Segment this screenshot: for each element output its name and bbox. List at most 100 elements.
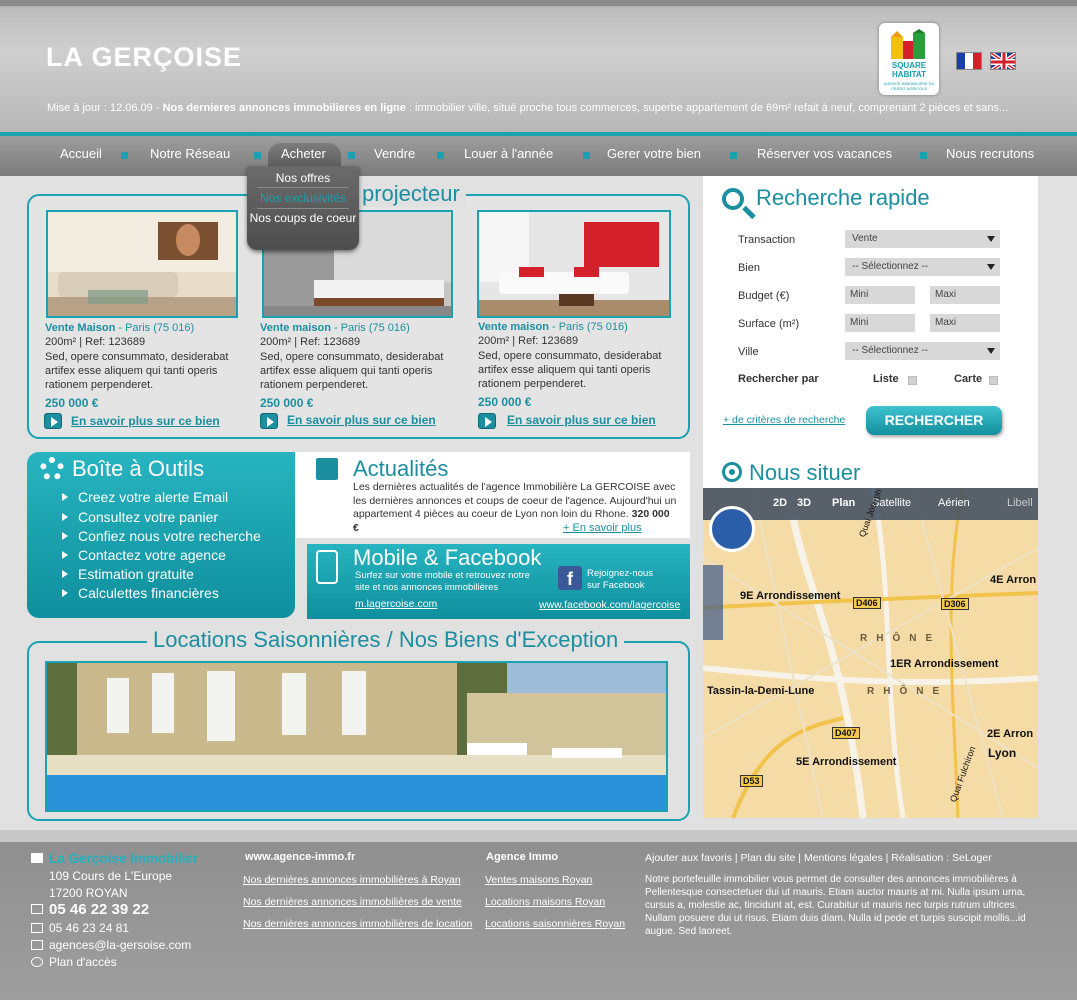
actualites-link[interactable]: + En savoir plus <box>563 522 642 534</box>
budget-max-input[interactable]: Maxi <box>930 286 1000 304</box>
news-icon <box>316 458 338 480</box>
nav-separator <box>121 152 128 159</box>
facebook-icon[interactable]: f <box>558 566 582 590</box>
footer-top-links[interactable]: Ajouter aux favoris | Plan du site | Men… <box>645 852 992 864</box>
nav-accueil[interactable]: Accueil <box>60 146 102 161</box>
footer-description: Notre portefeuille immobilier vous perme… <box>645 874 1026 937</box>
actualites-title: Actualités <box>353 456 449 481</box>
tool-panier[interactable]: Consultez votre panier <box>78 509 218 525</box>
pool-house-image <box>47 663 666 810</box>
map-tab-2d[interactable]: 2D <box>773 497 787 509</box>
map-road-label: D406 <box>853 597 881 609</box>
tool-alerte-email[interactable]: Creez votre alerte Email <box>78 489 228 505</box>
surface-min-input[interactable]: Mini <box>845 314 915 332</box>
liste-label: Liste <box>873 373 899 385</box>
footer-phone[interactable]: 05 46 22 39 22 <box>49 901 149 918</box>
nav-gerer[interactable]: Gerer votre bien <box>607 146 701 161</box>
fax-icon <box>31 923 43 933</box>
update-date: Mise à jour : 12.06.09 <box>47 102 153 114</box>
acheter-dropdown: Nos offres Nos exclusivités Nos coups de… <box>247 166 359 250</box>
footer-link[interactable]: Ventes maisons Royan <box>485 874 592 886</box>
square-habitat-logo[interactable]: SQUARE HABITAT AGENCE IMMOBILIÈRE DU CRÉD… <box>879 23 939 95</box>
arrow-right-icon <box>62 513 68 521</box>
property-title-3[interactable]: Vente maison - Paris (75 016) <box>478 321 628 333</box>
property-link-3[interactable]: En savoir plus sur ce bien <box>507 413 656 427</box>
nav-separator <box>437 152 444 159</box>
map-river-label: RHÔNE <box>860 633 942 644</box>
footer-address-2: 17200 ROYAN <box>49 886 128 900</box>
property-title-2[interactable]: Vente maison - Paris (75 016) <box>260 322 410 334</box>
budget-min-input[interactable]: Mini <box>845 286 915 304</box>
transaction-select[interactable]: Vente <box>845 230 1000 248</box>
footer-email[interactable]: agences@la-gersoise.com <box>49 938 191 952</box>
label-surface: Surface (m²) <box>738 318 800 330</box>
map-tab-libelles[interactable]: Libell <box>1007 497 1033 509</box>
tool-contact[interactable]: Contactez votre agence <box>78 547 226 563</box>
map-tab-aerien[interactable]: Aérien <box>938 497 970 509</box>
footer-link[interactable]: Nos dernières annonces immobilières de v… <box>243 896 462 908</box>
nav-louer[interactable]: Louer à l'année <box>464 146 553 161</box>
nav-separator <box>730 152 737 159</box>
tool-recherche[interactable]: Confiez nous votre recherche <box>78 528 261 544</box>
mobile-site-link[interactable]: m.lagercoise.com <box>355 598 437 610</box>
map-tab-plan[interactable]: Plan <box>832 497 855 509</box>
property-ref-3: 200m² | Ref: 123689 <box>478 335 579 347</box>
property-link-1[interactable]: En savoir plus sur ce bien <box>71 414 220 428</box>
play-icon[interactable] <box>478 413 496 429</box>
footer-link[interactable]: Locations saisonnières Royan <box>485 918 625 930</box>
tool-calculettes[interactable]: Calculettes financières <box>78 585 219 601</box>
nav-reserver[interactable]: Réserver vos vacances <box>757 146 892 161</box>
nav-notre-reseau[interactable]: Notre Réseau <box>150 146 230 161</box>
mobile-phone-icon <box>316 550 338 584</box>
property-price-2: 250 000 € <box>260 396 314 410</box>
map-tab-3d[interactable]: 3D <box>797 497 811 509</box>
news-ticker[interactable]: Mise à jour : 12.06.09 - Nos dernieres a… <box>47 102 1047 114</box>
dropdown-nos-coups-de-coeur[interactable]: Nos coups de coeur <box>247 212 359 225</box>
property-desc-2: Sed, opere consummato, desiderabat artif… <box>260 351 444 391</box>
map-road-label: D306 <box>941 598 969 610</box>
gear-icon <box>40 457 64 481</box>
play-icon[interactable] <box>44 413 62 429</box>
more-criteria-link[interactable]: + de critères de recherche <box>723 414 845 426</box>
dropdown-nos-offres[interactable]: Nos offres <box>247 171 359 185</box>
arrow-right-icon <box>62 570 68 578</box>
map-zoom-control[interactable] <box>703 565 723 640</box>
dropdown-nos-exclusivites[interactable]: Nos exclusivités <box>247 191 359 205</box>
map-river-label: RHÔNE <box>867 686 949 697</box>
partner-line1: SQUARE <box>891 61 927 70</box>
ville-select[interactable]: -- Sélectionnez -- <box>845 342 1000 360</box>
nav-acheter[interactable]: Acheter <box>281 146 326 161</box>
surface-max-input[interactable]: Maxi <box>930 314 1000 332</box>
site-logo[interactable]: LA GERÇOISE <box>46 42 242 73</box>
nav-separator <box>254 152 261 159</box>
property-link-2[interactable]: En savoir plus sur ce bien <box>287 413 436 427</box>
footer-link[interactable]: Nos dernières annonces immobilières à Ro… <box>243 874 461 886</box>
search-button[interactable]: RECHERCHER <box>866 406 1002 435</box>
header-topline <box>0 0 1077 6</box>
locations-image[interactable] <box>45 661 668 812</box>
carte-checkbox[interactable] <box>989 376 998 385</box>
map-pan-control-icon[interactable] <box>709 506 755 552</box>
liste-checkbox[interactable] <box>908 376 917 385</box>
facebook-link[interactable]: www.facebook.com/lagercoise <box>539 599 680 611</box>
flag-en-icon[interactable] <box>990 52 1016 70</box>
tool-estimation[interactable]: Estimation gratuite <box>78 566 194 582</box>
property-location: - Paris (75 016) <box>115 322 195 334</box>
footer-link[interactable]: Nos dernières annonces immobilières de l… <box>243 918 472 930</box>
map-road-label: D407 <box>832 727 860 739</box>
footer-link[interactable]: Locations maisons Royan <box>485 896 605 908</box>
flag-fr-icon[interactable] <box>956 52 982 70</box>
ticker-separator: - <box>152 102 163 114</box>
dropdown-divider <box>257 187 349 188</box>
bien-select[interactable]: -- Sélectionnez -- <box>845 258 1000 276</box>
property-price-1: 250 000 € <box>45 396 99 410</box>
footer-plan-acces[interactable]: Plan d'accès <box>49 955 117 969</box>
nav-vendre[interactable]: Vendre <box>374 146 415 161</box>
locations-title[interactable]: Locations Saisonnières / Nos Biens d'Exc… <box>147 627 625 653</box>
play-icon[interactable] <box>260 413 278 429</box>
union-jack-icon <box>991 53 1015 69</box>
nav-recrutons[interactable]: Nous recrutons <box>946 146 1034 161</box>
property-image-1[interactable] <box>46 210 238 318</box>
property-title-1[interactable]: Vente Maison - Paris (75 016) <box>45 322 194 334</box>
property-image-3[interactable] <box>477 210 671 318</box>
